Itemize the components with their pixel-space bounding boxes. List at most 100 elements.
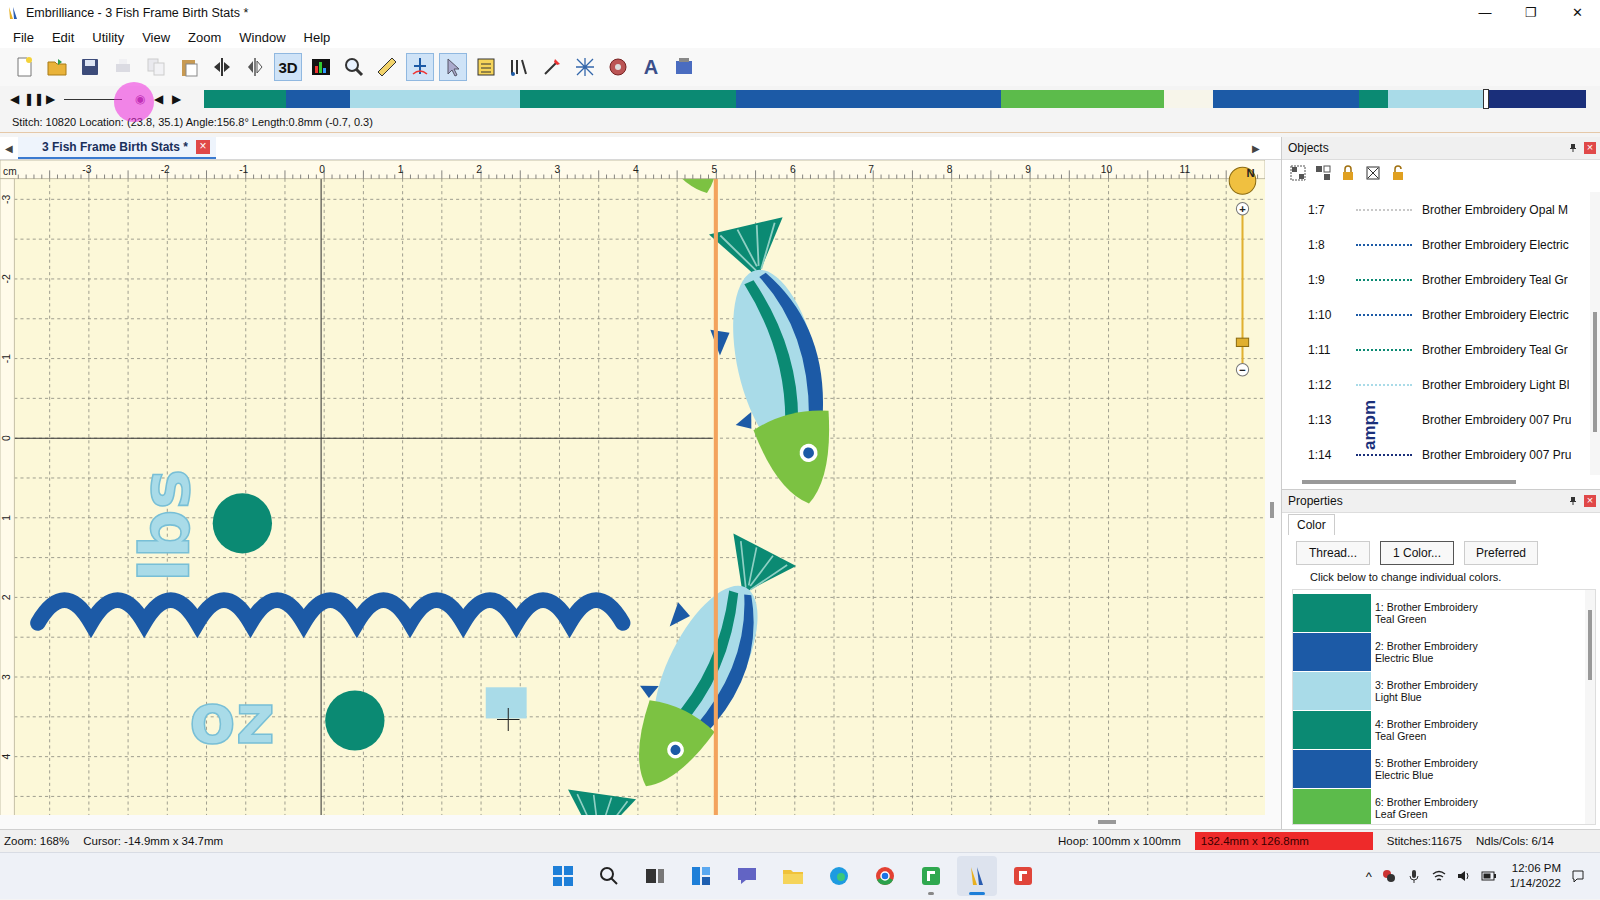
vertical-scrollbar[interactable]	[1265, 160, 1281, 815]
toolbar-button[interactable]	[571, 53, 599, 81]
document-tab[interactable]: 3 Fish Frame Birth Stats * ×	[18, 137, 216, 159]
toolbar-button[interactable]: 3D	[274, 53, 302, 81]
toolbar-button[interactable]	[43, 53, 71, 81]
volume-icon[interactable]	[1456, 868, 1472, 884]
color-button[interactable]: Thread...	[1296, 541, 1370, 565]
taskbar-app[interactable]	[1003, 856, 1043, 896]
object-row[interactable]: 1:10 Brother Embroidery Electric	[1282, 297, 1590, 332]
unlock-icon[interactable]	[1390, 165, 1406, 181]
menu-item[interactable]: Window	[230, 30, 294, 45]
toolbar-button[interactable]	[307, 53, 335, 81]
pin-icon[interactable]	[1568, 143, 1578, 153]
color-button[interactable]: 1 Color...	[1380, 541, 1454, 565]
menu-item[interactable]: Edit	[43, 30, 83, 45]
stitch-block[interactable]	[486, 687, 527, 718]
toolbar-button[interactable]	[76, 53, 104, 81]
tab-close-button[interactable]: ×	[196, 140, 210, 154]
toolbar-button[interactable]	[109, 53, 137, 81]
horizontal-scrollbar[interactable]	[0, 815, 1281, 829]
dot[interactable]	[213, 493, 272, 553]
toolbar-button[interactable]	[208, 53, 236, 81]
menu-item[interactable]: View	[133, 30, 179, 45]
notification-icon[interactable]	[1570, 868, 1586, 884]
clock[interactable]: 12:06 PM 1/14/2022	[1510, 861, 1561, 891]
taskbar-app[interactable]	[727, 856, 767, 896]
toolbar-button[interactable]	[604, 53, 632, 81]
color-swatch[interactable]	[1293, 750, 1371, 788]
menu-item[interactable]: Utility	[83, 30, 133, 45]
color-row[interactable]: 1: Brother Embroidery Teal Green	[1293, 593, 1585, 632]
window-control-button[interactable]: —	[1462, 0, 1508, 26]
design-canvas[interactable]: lbsozcm-3-2-101234567891011-3-2-101234N+…	[0, 160, 1265, 816]
toolbar-button[interactable]	[670, 53, 698, 81]
zoom-out-button[interactable]: −	[1239, 364, 1246, 376]
color-swatch[interactable]	[1293, 633, 1371, 671]
pin-icon[interactable]	[1568, 496, 1578, 506]
color-swatch[interactable]	[1293, 594, 1371, 632]
zoom-slider-knob[interactable]	[1236, 338, 1248, 346]
taskbar-app[interactable]	[543, 856, 583, 896]
toolbar-button[interactable]	[472, 53, 500, 81]
battery-icon[interactable]	[1481, 868, 1497, 884]
object-row[interactable]: 1:12 Brother Embroidery Light Bl	[1282, 367, 1590, 402]
oz-text[interactable]: oz	[189, 680, 275, 760]
toolbar-button[interactable]	[538, 53, 566, 81]
stitch-position-marker[interactable]	[1483, 89, 1489, 109]
taskbar-app[interactable]	[773, 856, 813, 896]
fish-design[interactable]	[0, 160, 849, 816]
compass-icon[interactable]	[1229, 167, 1256, 194]
player-button[interactable]: ▶	[168, 92, 184, 106]
color-row[interactable]: 3: Brother Embroidery Light Blue	[1293, 671, 1585, 710]
properties-tab[interactable]: Color	[1288, 514, 1335, 535]
color-swatch[interactable]	[1293, 672, 1371, 710]
color-sequence-bar[interactable]	[204, 90, 1586, 108]
toolbar-button[interactable]	[406, 53, 434, 81]
object-row[interactable]: 1:9 Brother Embroidery Teal Gr	[1282, 262, 1590, 297]
objects-hscrollbar[interactable]	[1282, 475, 1600, 489]
toolbar-button[interactable]: A	[637, 53, 665, 81]
player-button[interactable]: ❚❚	[24, 92, 40, 106]
ungroup-icon[interactable]	[1315, 165, 1331, 181]
taskbar-app[interactable]	[865, 856, 905, 896]
toolbar-button[interactable]	[505, 53, 533, 81]
panel-close-button[interactable]: ×	[1584, 142, 1596, 154]
toolbar-button[interactable]	[175, 53, 203, 81]
object-row[interactable]: 1:7 Brother Embroidery Opal M	[1282, 192, 1590, 227]
object-row[interactable]: 1:8 Brother Embroidery Electric	[1282, 227, 1590, 262]
player-button[interactable]: ◀	[150, 92, 166, 106]
color-row[interactable]: 2: Brother Embroidery Electric Blue	[1293, 632, 1585, 671]
group-icon[interactable]	[1290, 165, 1306, 181]
objects-scrollbar[interactable]	[1590, 192, 1600, 475]
window-control-button[interactable]: ✕	[1554, 0, 1600, 26]
taskbar-app[interactable]	[957, 856, 997, 896]
dot[interactable]	[325, 690, 384, 750]
taskbar-app[interactable]	[819, 856, 859, 896]
toolbar-button[interactable]	[142, 53, 170, 81]
taskbar-app[interactable]	[681, 856, 721, 896]
toolbar-button[interactable]	[241, 53, 269, 81]
wave-border[interactable]	[38, 600, 623, 623]
microphone-icon[interactable]	[1406, 868, 1422, 884]
tray-overflow-button[interactable]: ^	[1366, 869, 1372, 884]
window-control-button[interactable]: ❐	[1508, 0, 1554, 26]
player-button[interactable]: ▶	[42, 92, 58, 106]
lock-icon[interactable]	[1340, 165, 1356, 181]
player-track[interactable]	[64, 99, 122, 100]
color-button[interactable]: Preferred	[1464, 541, 1538, 565]
toolbar-button[interactable]	[373, 53, 401, 81]
color-row[interactable]: 4: Brother Embroidery Teal Green	[1293, 710, 1585, 749]
toolbar-button[interactable]	[439, 53, 467, 81]
zoom-in-button[interactable]: +	[1239, 203, 1246, 215]
tab-scroll-left[interactable]: ◀	[0, 143, 18, 154]
taskbar-app[interactable]	[589, 856, 629, 896]
lbs-text[interactable]: lbs	[127, 469, 205, 582]
object-row[interactable]: 1:13 ampm Brother Embroidery 007 Pru	[1282, 402, 1590, 437]
color-swatch[interactable]	[1293, 789, 1371, 825]
app-tray-icon[interactable]	[1381, 868, 1397, 884]
object-row[interactable]: 1:11 Brother Embroidery Teal Gr	[1282, 332, 1590, 367]
wifi-icon[interactable]	[1431, 868, 1447, 884]
menu-item[interactable]: File	[4, 30, 43, 45]
player-button[interactable]: ◀	[6, 92, 22, 106]
color-swatch[interactable]	[1293, 711, 1371, 749]
color-scrollbar[interactable]	[1585, 590, 1595, 824]
